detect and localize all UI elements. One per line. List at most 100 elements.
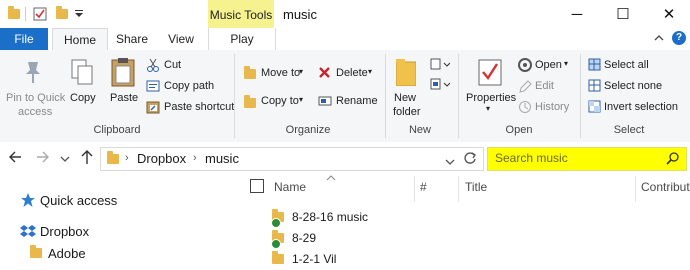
ribbon-separator xyxy=(580,54,581,138)
search-icon[interactable] xyxy=(666,151,680,168)
table-row[interactable]: 1-2-1 Vil xyxy=(238,250,690,270)
sync-check-icon xyxy=(271,239,281,249)
properties-button[interactable]: Properties xyxy=(466,92,516,104)
copy-icon xyxy=(70,58,94,89)
search-placeholder: Search music xyxy=(495,151,568,165)
tab-play[interactable]: Play xyxy=(208,28,276,50)
close-button[interactable]: ✕ xyxy=(646,0,690,28)
address-dropdown-icon[interactable] xyxy=(445,155,455,169)
window-title: music xyxy=(283,7,317,22)
select-all-button[interactable]: Select all xyxy=(604,59,649,71)
table-row[interactable]: 8-29 xyxy=(238,229,690,249)
copy-to-dropdown-icon[interactable]: ▾ xyxy=(299,95,303,104)
rename-icon xyxy=(318,95,332,110)
column-header-title[interactable]: Title xyxy=(465,180,487,194)
pin-icon xyxy=(22,60,44,87)
rename-button[interactable]: Rename xyxy=(336,95,378,107)
tab-home[interactable]: Home xyxy=(52,28,108,52)
new-group-label: New xyxy=(408,124,431,136)
new-folder-quick-icon[interactable] xyxy=(54,6,70,22)
properties-quick-icon[interactable] xyxy=(32,6,48,22)
cut-button[interactable]: Cut xyxy=(164,59,181,71)
refresh-icon[interactable] xyxy=(463,151,477,168)
paste-icon xyxy=(110,56,136,91)
back-arrow-icon[interactable] xyxy=(8,150,22,167)
ribbon: Pin to Quick access Copy Paste Cut Copy … xyxy=(0,50,690,143)
search-input[interactable]: Search music xyxy=(487,147,687,171)
nav-adobe[interactable]: Adobe xyxy=(48,246,86,261)
move-to-button[interactable]: Move to xyxy=(261,67,300,79)
copy-path-icon xyxy=(146,80,160,95)
separator xyxy=(24,6,26,22)
easy-access-icon[interactable] xyxy=(430,78,451,93)
close-icon: ✕ xyxy=(662,6,676,23)
table-row[interactable]: 8-28-16 music xyxy=(238,208,690,228)
folder-icon xyxy=(272,251,284,264)
copy-to-button[interactable]: Copy to xyxy=(261,95,299,107)
open-dropdown-icon[interactable]: ▾ xyxy=(564,59,568,68)
nav-quick-access[interactable]: Quick access xyxy=(40,193,117,208)
select-none-icon xyxy=(588,79,601,95)
tab-view[interactable]: View xyxy=(158,28,204,50)
organize-group-label: Organize xyxy=(285,124,331,136)
breadcrumb-music[interactable]: music xyxy=(205,151,239,166)
nav-dropbox[interactable]: Dropbox xyxy=(40,224,89,239)
breadcrumb-dropbox[interactable]: Dropbox xyxy=(137,151,186,166)
select-all-checkbox[interactable] xyxy=(250,179,264,193)
history-button[interactable]: History xyxy=(535,101,569,113)
star-icon xyxy=(20,192,36,211)
invert-selection-icon xyxy=(588,100,601,116)
recent-locations-icon[interactable] xyxy=(60,152,70,166)
paste-shortcut-button[interactable]: Paste shortcut xyxy=(164,101,234,113)
maximize-button[interactable]: ☐ xyxy=(600,0,646,28)
file-name: 8-29 xyxy=(292,231,317,245)
forward-arrow-icon[interactable] xyxy=(36,150,50,167)
pin-to-quick-access-button[interactable]: Pin to Quick xyxy=(6,92,65,104)
maximize-icon: ☐ xyxy=(616,6,630,23)
column-header-number[interactable]: # xyxy=(420,180,427,194)
paste-button[interactable]: Paste xyxy=(110,92,138,104)
file-name: 1-2-1 Vil xyxy=(292,252,337,266)
sync-check-icon xyxy=(271,218,281,228)
new-folder-button[interactable]: New xyxy=(394,92,416,104)
copy-path-button[interactable]: Copy path xyxy=(164,80,214,92)
column-divider[interactable] xyxy=(414,176,415,202)
ribbon-tabs: File Home Share View Play ? xyxy=(0,28,690,52)
help-icon[interactable]: ? xyxy=(672,31,686,45)
up-arrow-icon[interactable] xyxy=(80,149,94,168)
move-to-icon xyxy=(244,66,256,79)
delete-icon xyxy=(318,66,331,82)
delete-button[interactable]: Delete xyxy=(336,67,368,79)
minimize-button[interactable]: ─ xyxy=(554,0,600,28)
invert-selection-button[interactable]: Invert selection xyxy=(604,101,678,113)
open-button[interactable]: Open xyxy=(535,59,562,71)
history-icon xyxy=(518,100,532,117)
column-header-name[interactable]: Name xyxy=(274,180,306,194)
address-row: › Dropbox › music Search music xyxy=(0,142,690,172)
copy-button[interactable]: Copy xyxy=(70,92,96,104)
delete-dropdown-icon[interactable]: ▾ xyxy=(368,67,372,76)
customize-quick-access-icon[interactable] xyxy=(72,6,86,22)
properties-dropdown-icon[interactable]: ▾ xyxy=(486,104,490,113)
tab-file[interactable]: File xyxy=(0,28,48,50)
address-bar[interactable]: › Dropbox › music xyxy=(100,147,484,171)
contextual-tab-label: Music Tools xyxy=(209,8,273,22)
minimize-icon: ─ xyxy=(571,5,583,23)
new-item-icon[interactable] xyxy=(430,58,451,73)
column-divider[interactable] xyxy=(635,176,636,202)
new-folder-label2: folder xyxy=(393,106,421,118)
breadcrumb-separator-icon[interactable]: › xyxy=(193,152,197,164)
sort-ascending-icon xyxy=(326,170,336,184)
column-header-contributing[interactable]: Contribut xyxy=(641,180,690,194)
nav-adobe-folder-icon xyxy=(30,245,42,258)
select-none-button[interactable]: Select none xyxy=(604,80,662,92)
edit-button[interactable]: Edit xyxy=(535,80,554,92)
breadcrumb-separator-icon[interactable]: › xyxy=(125,152,129,164)
column-divider[interactable] xyxy=(458,176,459,202)
tab-share[interactable]: Share xyxy=(110,28,154,50)
properties-icon xyxy=(478,58,502,89)
move-to-dropdown-icon[interactable]: ▾ xyxy=(299,67,303,76)
open-group-label: Open xyxy=(505,124,533,136)
collapse-ribbon-icon[interactable] xyxy=(654,32,664,46)
new-folder-icon xyxy=(395,58,417,89)
